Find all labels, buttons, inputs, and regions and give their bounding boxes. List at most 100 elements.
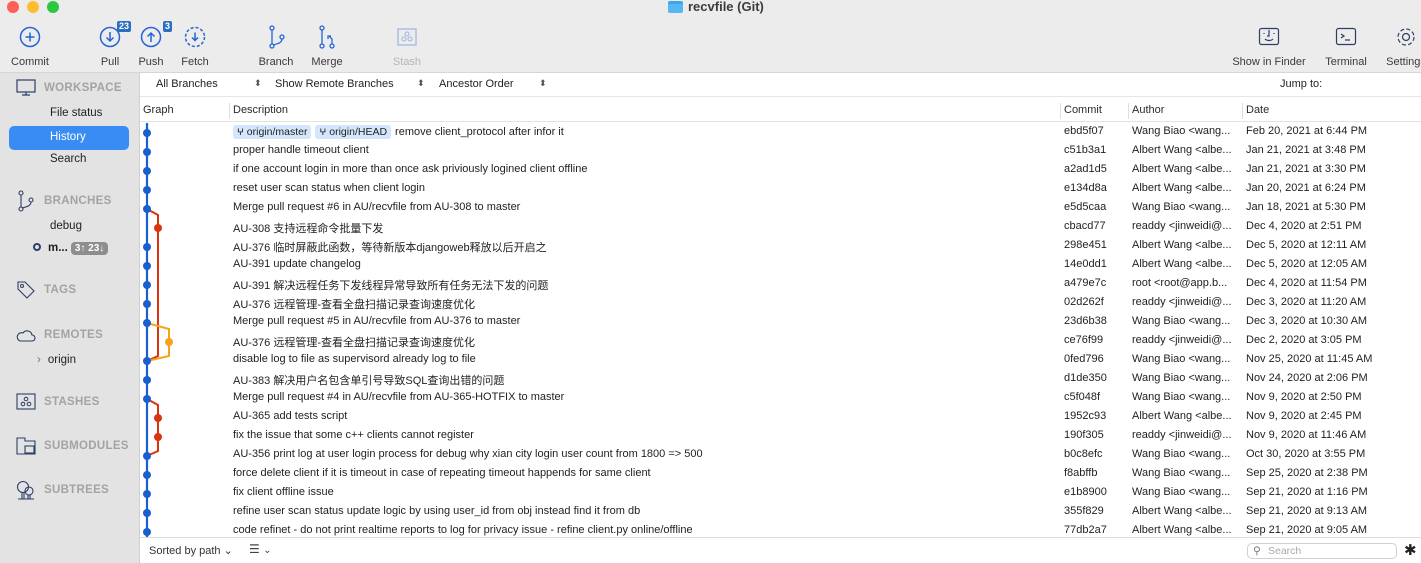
commit-row[interactable]: reset user scan status when client login… <box>140 180 1421 199</box>
gear-icon[interactable]: ✱ <box>1404 541 1417 559</box>
branch-ref-tag[interactable]: ⵖ origin/master <box>233 125 312 139</box>
remote-branches-select[interactable]: Show Remote Branches ⬍ <box>275 78 425 90</box>
commit-row[interactable]: AU-356 print log at user login process f… <box>140 446 1421 465</box>
merge-button[interactable]: Merge <box>297 22 357 68</box>
cloud-icon <box>16 330 36 342</box>
commit-row[interactable]: AU-365 add tests script 1952c93 Albert Wan… <box>140 408 1421 427</box>
plus-circle-icon <box>19 26 41 48</box>
sidebar-section-workspace[interactable]: WORKSPACE <box>16 79 122 97</box>
commit-author: root <root@app.b... <box>1132 277 1228 289</box>
commit-hash: 77db2a7 <box>1064 524 1107 536</box>
column-header: Graph Description Commit Author Date <box>140 100 1421 122</box>
stash-button[interactable]: Stash <box>377 22 437 68</box>
search-input[interactable]: ⚲ Search <box>1247 543 1397 559</box>
commit-row[interactable]: AU-376 远程管理-查看全盘扫描记录查询速度优化 ce76f99 readdy … <box>140 332 1421 351</box>
commit-date: Sep 21, 2020 at 9:05 AM <box>1246 524 1368 536</box>
commit-description: AU-383 解决用户名包含单引号导致SQL查询出错的问题 <box>233 375 505 387</box>
commit-row[interactable]: refine user scan status update logic by … <box>140 503 1421 522</box>
chevron-updown-icon: ⬍ <box>417 78 425 88</box>
commit-author: readdy <jinweidi@... <box>1132 220 1232 232</box>
commit-row[interactable]: AU-308 支持远程命令批量下发 cbacd77 readdy <jinweidi… <box>140 218 1421 237</box>
submodule-icon <box>16 437 36 455</box>
tag-icon <box>17 281 35 299</box>
commit-row[interactable]: force delete client if it is timeout in … <box>140 465 1421 484</box>
sidebar-item-search[interactable]: Search <box>50 153 86 165</box>
commit-row[interactable]: Merge pull request #4 in AU/recvfile fro… <box>140 389 1421 408</box>
commit-date: Sep 21, 2020 at 9:13 AM <box>1246 505 1368 517</box>
commit-date: Jan 21, 2021 at 3:30 PM <box>1246 163 1366 175</box>
sidebar-section-remotes[interactable]: REMOTES <box>16 327 103 343</box>
column-author[interactable]: Author <box>1132 104 1164 116</box>
commit-row[interactable]: Merge pull request #6 in AU/recvfile fro… <box>140 199 1421 218</box>
close-window-button[interactable] <box>7 1 19 13</box>
commit-description: AU-376 远程管理-查看全盘扫描记录查询速度优化 <box>233 337 476 349</box>
commit-row[interactable]: AU-391 update changelog 14e0dd1 Albert Wan… <box>140 256 1421 275</box>
commit-description: AU-391 update changelog <box>233 258 361 270</box>
stash-icon <box>16 393 36 410</box>
column-divider[interactable] <box>229 103 230 119</box>
commit-description: proper handle timeout client <box>233 144 369 156</box>
fetch-button[interactable]: Fetch <box>165 22 225 68</box>
commit-row[interactable]: fix client offline issue e1b8900 Wang Biao… <box>140 484 1421 503</box>
commit-row[interactable]: AU-383 解决用户名包含单引号导致SQL查询出错的问题 d1de350 Wang… <box>140 370 1421 389</box>
sidebar-item-file-status[interactable]: File status <box>50 107 102 119</box>
commit-button[interactable]: Commit <box>0 22 60 68</box>
commit-description: refine user scan status update logic by … <box>233 505 641 517</box>
commit-author: Albert Wang <albe... <box>1132 182 1232 194</box>
commit-row[interactable]: AU-391 解决远程任务下发线程异常导致所有任务无法下发的问题 a479e7c r… <box>140 275 1421 294</box>
column-divider[interactable] <box>1060 103 1061 119</box>
branch-icon <box>18 190 34 212</box>
commit-hash: 190f305 <box>1064 429 1104 441</box>
commit-date: Nov 9, 2020 at 11:46 AM <box>1246 429 1367 441</box>
show-in-finder-button[interactable]: Show in Finder <box>1229 22 1309 68</box>
window-titlebar: recvfile (Git) Commit 23 Pull 3 Push Fet… <box>0 0 1421 73</box>
commit-row[interactable]: fix the issue that some c++ clients cann… <box>140 427 1421 446</box>
commit-date: Jan 21, 2021 at 3:48 PM <box>1246 144 1366 156</box>
zoom-window-button[interactable] <box>47 1 59 13</box>
commit-author: Wang Biao <wang... <box>1132 486 1231 498</box>
column-date[interactable]: Date <box>1246 104 1269 116</box>
sidebar-section-branches[interactable]: BRANCHES <box>16 190 112 212</box>
commit-author: Albert Wang <albe... <box>1132 163 1232 175</box>
branch-filter-select[interactable]: All Branches ⬍ <box>156 78 268 90</box>
sort-menu[interactable]: Sorted by path ⌄ <box>149 544 233 557</box>
commit-row[interactable]: Merge pull request #5 in AU/recvfile fro… <box>140 313 1421 332</box>
view-options-menu[interactable]: ☰ ⌄ <box>249 542 272 556</box>
minimize-window-button[interactable] <box>27 1 39 13</box>
sidebar-section-subtrees[interactable]: SUBTREES <box>16 480 109 500</box>
commit-row[interactable]: code refinet - do not print realtime rep… <box>140 522 1421 537</box>
commit-hash: a479e7c <box>1064 277 1107 289</box>
commit-date: Dec 5, 2020 at 12:11 AM <box>1246 239 1367 251</box>
commit-row[interactable]: disable log to file as supervisord alrea… <box>140 351 1421 370</box>
commit-row[interactable]: proper handle timeout client c51b3a1 Alber… <box>140 142 1421 161</box>
column-divider[interactable] <box>1242 103 1243 119</box>
commit-hash: f8abffb <box>1064 467 1098 479</box>
sidebar-item-history[interactable]: History <box>9 126 129 150</box>
commit-author: Albert Wang <albe... <box>1132 144 1232 156</box>
column-description[interactable]: Description <box>233 104 288 116</box>
terminal-button[interactable]: Terminal <box>1316 22 1376 68</box>
column-graph[interactable]: Graph <box>143 104 174 116</box>
monitor-icon <box>16 79 36 96</box>
sidebar-section-submodules[interactable]: SUBMODULES <box>16 437 129 455</box>
commit-hash: 0fed796 <box>1064 353 1104 365</box>
commit-row[interactable]: if one account login in more than once a… <box>140 161 1421 180</box>
order-select[interactable]: Ancestor Order ⬍ <box>439 78 549 90</box>
commit-row[interactable]: ⵖ origin/master ⵖ origin/HEAD remove client_… <box>140 123 1421 142</box>
sidebar-section-tags[interactable]: TAGS <box>16 280 76 300</box>
branch-icon: ⵖ <box>319 126 327 137</box>
column-divider[interactable] <box>1128 103 1129 119</box>
branch-ref-tag[interactable]: ⵖ origin/HEAD <box>315 125 392 139</box>
commit-row[interactable]: AU-376 远程管理-查看全盘扫描记录查询速度优化 02d262f readdy … <box>140 294 1421 313</box>
commit-date: Dec 2, 2020 at 3:05 PM <box>1246 334 1362 346</box>
commit-author: Wang Biao <wang... <box>1132 201 1231 213</box>
sidebar-branch-current[interactable]: m... 3↑ 23↓ <box>33 242 109 255</box>
fetch-icon <box>184 26 206 48</box>
commit-row[interactable]: AU-376 临时屏蔽此函数，等待新版本djangoweb释放以后开启之 298e… <box>140 237 1421 256</box>
sidebar-branch-debug[interactable]: debug <box>50 220 82 232</box>
settings-button[interactable]: Settings <box>1376 22 1421 68</box>
column-commit[interactable]: Commit <box>1064 104 1102 116</box>
commit-date: Oct 30, 2020 at 3:55 PM <box>1246 448 1366 460</box>
sidebar-remote-origin[interactable]: › origin <box>37 354 76 366</box>
sidebar-section-stashes[interactable]: STASHES <box>16 393 100 411</box>
